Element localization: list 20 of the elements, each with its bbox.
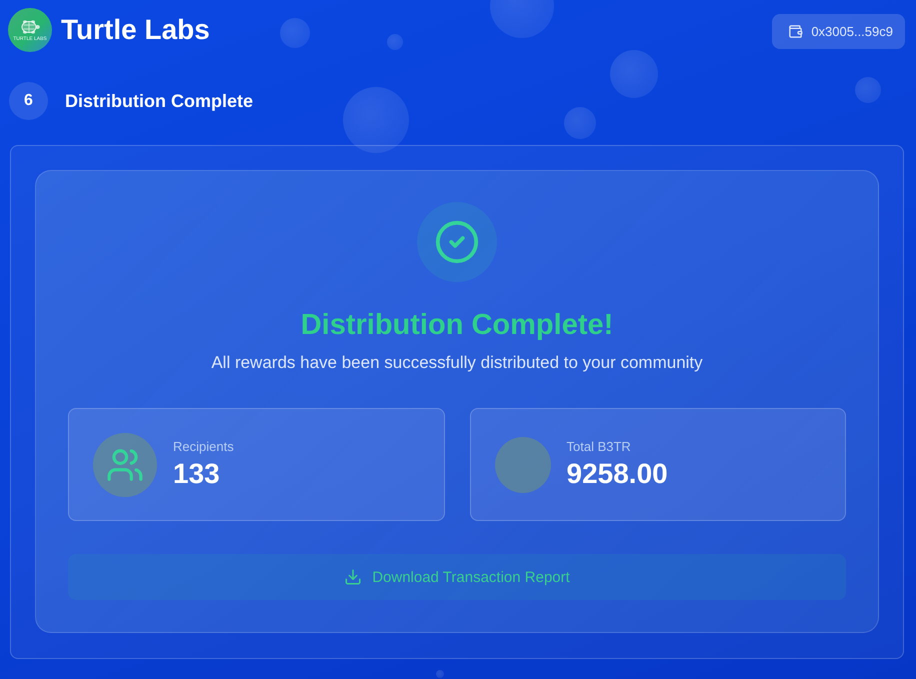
bubble-decoration xyxy=(387,34,403,50)
result-message: All rewards have been successfully distributed to your community xyxy=(211,352,703,374)
wallet-button[interactable]: 0x3005...59c9 xyxy=(772,14,905,48)
bubble-decoration xyxy=(280,18,310,48)
bubble-decoration xyxy=(564,107,596,139)
result-title: Distribution Complete! xyxy=(300,308,614,342)
step-title: Distribution Complete xyxy=(65,90,253,112)
stat-value: 9258.00 xyxy=(566,458,668,490)
download-report-button[interactable]: Download Transaction Report xyxy=(68,554,846,600)
app-title: Turtle Labs xyxy=(61,14,210,46)
bubble-decoration xyxy=(855,77,881,103)
step-number: 6 xyxy=(9,82,48,120)
turtle-icon xyxy=(20,18,40,34)
stat-label: Recipients xyxy=(173,439,234,454)
stat-label: Total B3TR xyxy=(566,439,632,454)
bubble-decoration xyxy=(436,670,444,678)
download-icon xyxy=(344,568,362,586)
stat-value: 133 xyxy=(173,458,221,490)
wallet-icon xyxy=(788,24,804,38)
bubble-decoration xyxy=(610,50,658,98)
